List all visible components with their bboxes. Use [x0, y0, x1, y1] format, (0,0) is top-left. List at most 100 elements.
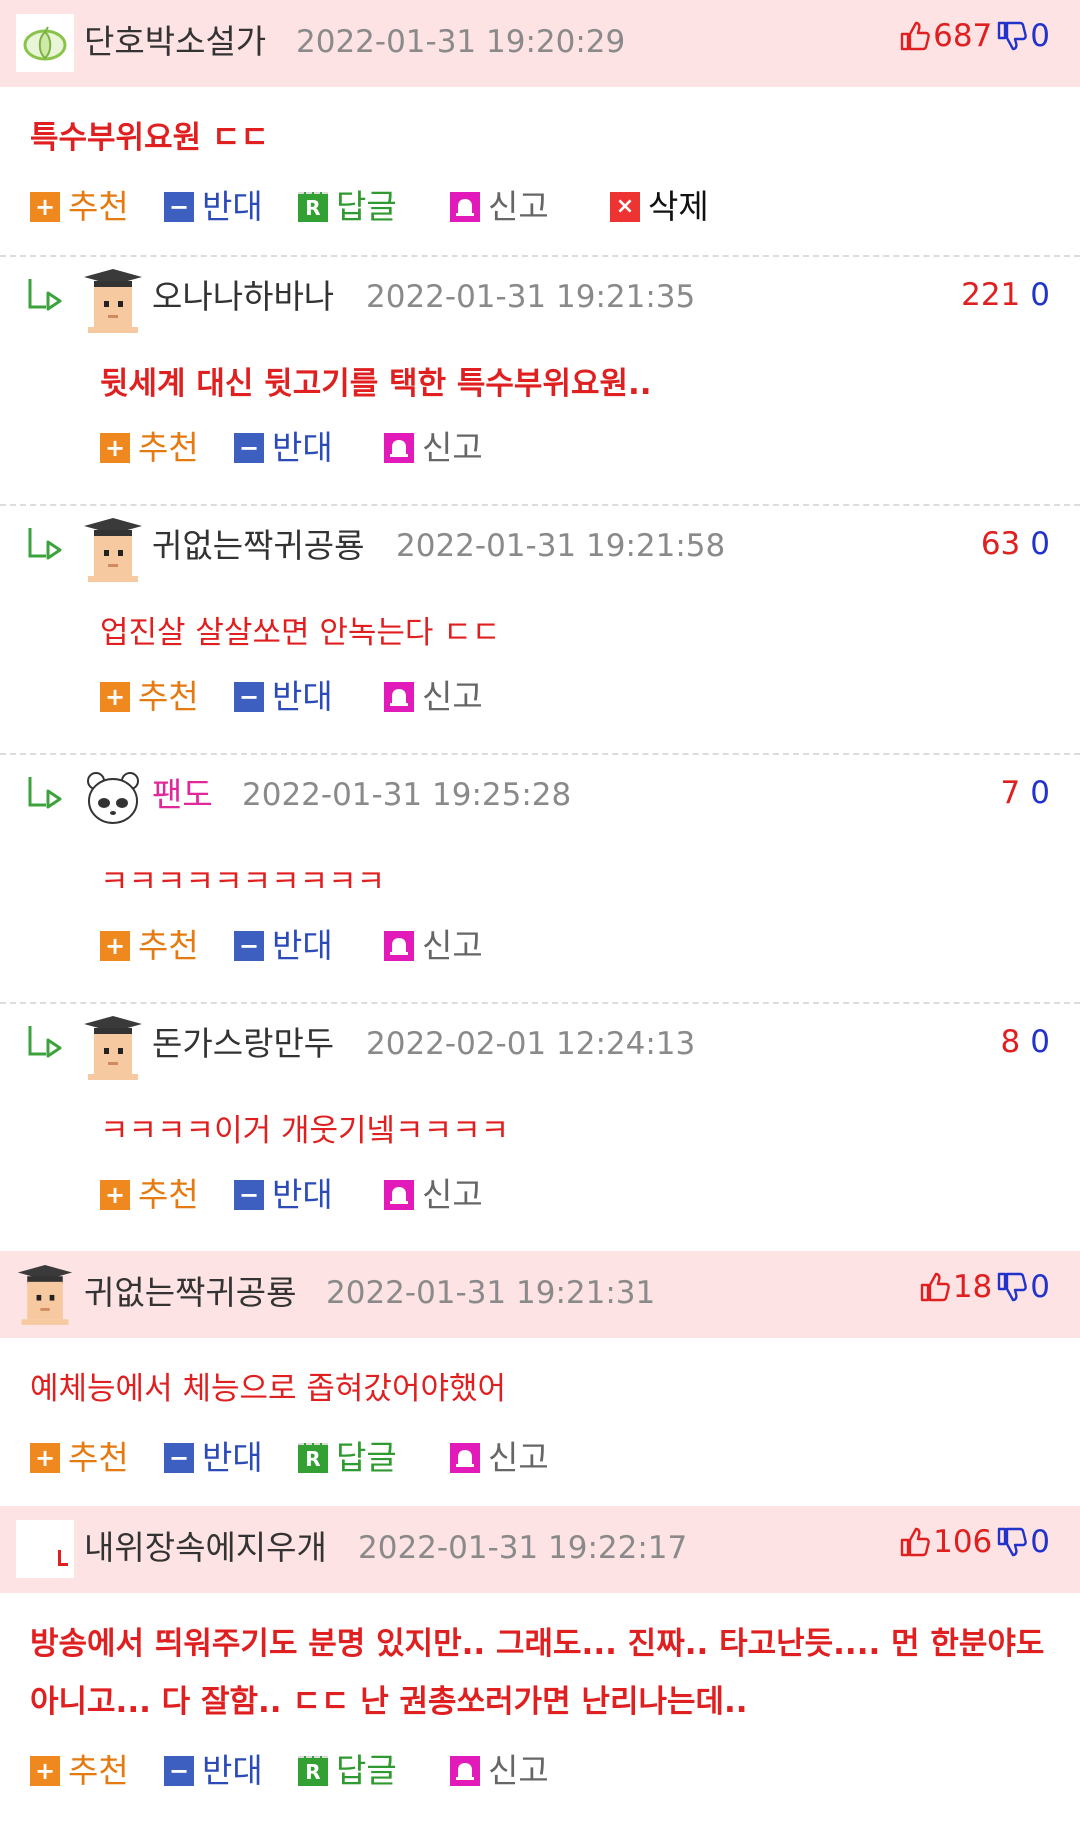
comment-header: 단호박소설가 2022-01-31 19:20:29 687 0: [0, 0, 1080, 87]
reply-arrow-icon: [28, 279, 62, 311]
oppose-button[interactable]: − 반대: [164, 1438, 263, 1478]
oppose-button[interactable]: − 반대: [234, 677, 333, 717]
comment-list: 단호박소설가 2022-01-31 19:20:29 687 0 특수부위요원 …: [0, 0, 1080, 1819]
avatar[interactable]: [82, 765, 144, 831]
comment-text: 뒷세계 대신 뒷고기를 택한 특수부위요원..: [100, 366, 652, 402]
student-avatar-icon: [84, 518, 142, 582]
report-label: 신고: [422, 1175, 483, 1214]
author-nick[interactable]: 돈가스랑만두: [152, 1024, 334, 1064]
thumbs-down-icon: [998, 21, 1028, 51]
oppose-button[interactable]: − 반대: [234, 926, 333, 966]
x-icon: ×: [610, 192, 640, 222]
minus-icon: −: [164, 1443, 194, 1473]
reply-button[interactable]: R 답글: [298, 1751, 397, 1791]
siren-icon: [384, 433, 414, 463]
author-nick[interactable]: 귀없는짝귀공룡: [152, 526, 365, 566]
thumbs-up-icon: [900, 1527, 930, 1557]
thumbs-up-icon: [920, 1272, 950, 1302]
avatar[interactable]: [82, 1014, 144, 1080]
comment-date: 2022-01-31 19:21:58: [396, 528, 726, 564]
recommend-button[interactable]: + 추천: [100, 926, 199, 966]
avatar[interactable]: [82, 516, 144, 582]
thumbs-down-icon: [998, 1527, 1028, 1557]
recommend-button[interactable]: + 추천: [30, 1751, 129, 1791]
oppose-label: 반대: [272, 926, 333, 965]
report-button[interactable]: 신고: [384, 926, 483, 966]
oppose-label: 반대: [272, 428, 333, 467]
comment-date: 2022-01-31 19:20:29: [296, 24, 626, 60]
report-label: 신고: [422, 677, 483, 716]
report-label: 신고: [422, 926, 483, 965]
report-label: 신고: [488, 1438, 549, 1477]
thumbs-down-icon: [998, 1272, 1028, 1302]
recommend-button[interactable]: + 추천: [100, 428, 199, 468]
reply-r-icon: R: [298, 1443, 328, 1473]
avatar[interactable]: [16, 14, 74, 72]
oppose-button[interactable]: − 반대: [234, 1175, 333, 1215]
report-button[interactable]: 신고: [450, 1438, 549, 1478]
plus-icon: +: [100, 682, 130, 712]
vote-box: 18 0: [919, 1267, 1050, 1307]
author-nick[interactable]: 팬도: [152, 775, 213, 815]
level-badge-icon: [23, 26, 67, 61]
avatar[interactable]: [16, 1520, 74, 1578]
recommend-button[interactable]: + 추천: [30, 187, 129, 227]
vote-counts: 63 0: [981, 524, 1050, 564]
vote-box: 687 0: [899, 16, 1050, 56]
report-label: 신고: [488, 187, 549, 226]
oppose-button[interactable]: − 반대: [234, 428, 333, 468]
recommend-label: 추천: [138, 428, 199, 467]
downvote-count: 0: [1030, 1024, 1050, 1060]
reply-comment: 팬도 2022-01-31 19:25:28 70 ㅋㅋㅋㅋㅋㅋㅋㅋㅋㅋ + 추…: [0, 753, 1080, 1002]
reply-r-icon: R: [298, 1756, 328, 1786]
avatar[interactable]: [82, 267, 144, 333]
reply-comment: 돈가스랑만두 2022-02-01 12:24:13 80 ㅋㅋㅋㅋ이거 개웃기…: [0, 1002, 1080, 1251]
oppose-label: 반대: [202, 187, 263, 226]
oppose-button[interactable]: − 반대: [164, 1751, 263, 1791]
author-nick[interactable]: 오나나하바나: [152, 277, 334, 317]
avatar[interactable]: [16, 1265, 74, 1325]
vote-counts: 80: [1001, 1022, 1050, 1062]
reply-button[interactable]: R 답글: [298, 187, 397, 227]
oppose-button[interactable]: − 반대: [164, 187, 263, 227]
recommend-label: 추천: [68, 1751, 129, 1790]
author-nick[interactable]: 귀없는짝귀공룡: [84, 1273, 297, 1313]
downvote-count: 0: [1030, 18, 1050, 54]
comment-header: 내위장속에지우개 2022-01-31 19:22:17 106 0: [0, 1506, 1080, 1593]
reply-label: 답글: [336, 187, 397, 226]
oppose-label: 반대: [202, 1438, 263, 1477]
report-button[interactable]: 신고: [384, 1175, 483, 1215]
thumbs-up-icon: [900, 21, 930, 51]
comment-actions: + 추천 − 반대 R 답글 신고: [0, 1418, 1080, 1506]
plus-icon: +: [100, 433, 130, 463]
delete-button[interactable]: × 삭제: [610, 187, 709, 227]
downvote-count: 0: [1030, 1524, 1050, 1560]
report-label: 신고: [422, 428, 483, 467]
comment: 내위장속에지우개 2022-01-31 19:22:17 106 0 방송에서 …: [0, 1506, 1080, 1819]
reply-header: 오나나하바나 2022-01-31 19:21:35 221 0: [0, 257, 1080, 342]
siren-icon: [450, 192, 480, 222]
comment-actions: + 추천 − 반대 신고: [0, 906, 1080, 1002]
comment: 단호박소설가 2022-01-31 19:20:29 687 0 특수부위요원 …: [0, 0, 1080, 1251]
comment-date: 2022-01-31 19:25:28: [242, 777, 572, 813]
recommend-button[interactable]: + 추천: [100, 677, 199, 717]
siren-icon: [384, 931, 414, 961]
author-nick[interactable]: 내위장속에지우개: [84, 1528, 327, 1568]
report-button[interactable]: 신고: [450, 187, 549, 227]
report-button[interactable]: 신고: [384, 677, 483, 717]
reply-comment: 귀없는짝귀공룡 2022-01-31 19:21:58 63 0 업진살 살살쏘면…: [0, 504, 1080, 753]
report-button[interactable]: 신고: [384, 428, 483, 468]
author-nick[interactable]: 단호박소설가: [84, 22, 266, 62]
recommend-button[interactable]: + 추천: [100, 1175, 199, 1215]
reply-button[interactable]: R 답글: [298, 1438, 397, 1478]
recommend-button[interactable]: + 추천: [30, 1438, 129, 1478]
report-button[interactable]: 신고: [450, 1751, 549, 1791]
recommend-label: 추천: [138, 1175, 199, 1214]
recommend-label: 추천: [68, 187, 129, 226]
vote-counts: 70: [1001, 773, 1050, 813]
reply-label: 답글: [336, 1751, 397, 1790]
comment-text: ㅋㅋㅋㅋㅋㅋㅋㅋㅋㅋ: [100, 864, 386, 900]
comment-text: ㅋㅋㅋㅋ이거 개웃기넼ㅋㅋㅋㅋ: [100, 1113, 510, 1149]
upvote-count: 18: [952, 1269, 993, 1305]
panda-avatar-icon: [87, 772, 139, 824]
